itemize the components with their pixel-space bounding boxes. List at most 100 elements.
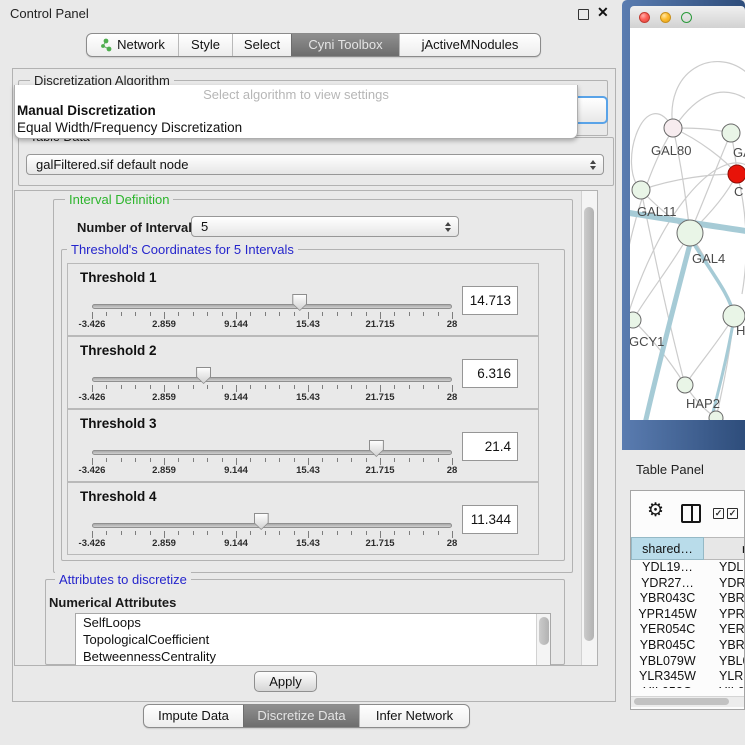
cell-name: YBL0 — [704, 654, 745, 670]
tick — [279, 312, 280, 316]
tick — [121, 385, 122, 389]
table-row[interactable]: YPR145WYPR1 — [631, 607, 745, 623]
tick — [222, 531, 223, 535]
attribute-item[interactable]: SelfLoops — [76, 614, 550, 631]
split-column-icon[interactable] — [681, 504, 701, 523]
settings-scrollbar-thumb[interactable] — [584, 207, 594, 641]
apply-button[interactable]: Apply — [254, 671, 317, 692]
bottom-tab-infer-network[interactable]: Infer Network — [359, 705, 469, 727]
network-node[interactable] — [677, 377, 693, 393]
cell-name: YIL0 — [704, 685, 745, 688]
float-window-icon[interactable] — [578, 9, 589, 20]
tick — [308, 531, 309, 538]
network-node[interactable] — [722, 124, 740, 142]
close-traffic-light-icon[interactable] — [639, 12, 650, 23]
numerical-attributes-list[interactable]: SelfLoopsTopologicalCoefficientBetweenne… — [75, 613, 551, 666]
tick — [423, 385, 424, 389]
network-node[interactable] — [728, 165, 745, 183]
attributes-scrollbar-thumb[interactable] — [539, 617, 549, 645]
threshold-value-field[interactable]: 14.713 — [462, 286, 518, 315]
table-hscrollbar-thumb[interactable] — [634, 698, 729, 705]
threshold-slider-track[interactable] — [92, 304, 452, 309]
column-header-name[interactable]: na — [704, 537, 745, 560]
tab-label: jActiveMNodules — [422, 34, 519, 56]
table-data-combobox[interactable]: galFiltered.sif default node — [26, 154, 604, 175]
threshold-value-field[interactable]: 11.344 — [462, 505, 518, 534]
algorithm-option-manual[interactable]: Manual Discretization — [17, 103, 156, 118]
threshold-slider-track[interactable] — [92, 450, 452, 455]
table-row[interactable]: YDR27…YDR2 — [631, 576, 745, 592]
table-row[interactable]: YBL079WYBL0 — [631, 654, 745, 670]
tick — [438, 531, 439, 535]
tick — [164, 312, 165, 319]
tick — [265, 531, 266, 535]
tick — [423, 458, 424, 462]
cell-name: YPR1 — [704, 607, 745, 623]
tab-cyni-toolbox[interactable]: Cyni Toolbox — [291, 34, 399, 56]
network-canvas[interactable]: GAL80GAGAL11CGAL4GCY1HHAP2 — [630, 28, 745, 420]
cell-name: YBR0 — [704, 591, 745, 607]
table-row[interactable]: YBR045CYBR0 — [631, 638, 745, 654]
slider-tick-labels: -3.4262.8599.14415.4321.71528 — [92, 392, 452, 404]
tick — [322, 458, 323, 462]
tab-select[interactable]: Select — [232, 34, 291, 56]
network-node[interactable] — [632, 181, 650, 199]
threshold-value-field[interactable]: 6.316 — [462, 359, 518, 388]
tick — [150, 531, 151, 535]
minimize-traffic-light-icon[interactable] — [660, 12, 671, 23]
cell-shared-name: YIL052C — [631, 685, 704, 688]
bottom-tab-discretize-data[interactable]: Discretize Data — [243, 705, 359, 727]
algorithm-popup: Select algorithm to view settings Manual… — [14, 85, 578, 139]
settings-scrollbar[interactable] — [581, 191, 597, 665]
tick — [236, 385, 237, 392]
column-header-shared-name[interactable]: shared… — [631, 537, 704, 560]
tick — [337, 531, 338, 535]
table-row[interactable]: YIL052CYIL0 — [631, 685, 745, 688]
threshold-slider-track[interactable] — [92, 377, 452, 382]
network-node[interactable] — [677, 220, 703, 246]
attribute-item[interactable]: TopologicalCoefficient — [76, 631, 550, 648]
bottom-tab-impute-data[interactable]: Impute Data — [144, 705, 243, 727]
table-row[interactable]: YBR043CYBR0 — [631, 591, 745, 607]
tick-label: 15.43 — [296, 319, 320, 330]
close-icon[interactable]: ✕ — [597, 4, 609, 21]
tick — [250, 531, 251, 535]
tab-style[interactable]: Style — [178, 34, 232, 56]
tab-network[interactable]: Network — [87, 34, 178, 56]
attributes-list-scrollbar[interactable] — [536, 614, 550, 666]
network-node[interactable] — [664, 119, 682, 137]
tick — [279, 531, 280, 535]
tick-label: 9.144 — [224, 319, 248, 330]
tab-jactivemnodules[interactable]: jActiveMNodules — [399, 34, 540, 56]
network-node[interactable] — [709, 411, 723, 420]
numerical-attributes-label: Numerical Attributes — [49, 595, 176, 610]
tick — [193, 531, 194, 535]
tick — [279, 385, 280, 389]
zoom-traffic-light-icon[interactable] — [681, 12, 692, 23]
tick-label: 21.715 — [365, 465, 394, 476]
tick — [294, 385, 295, 389]
threshold-value-field[interactable]: 21.4 — [462, 432, 518, 461]
threshold-slider-track[interactable] — [92, 523, 452, 528]
table-row[interactable]: YLR345WYLR3 — [631, 669, 745, 685]
tick — [409, 385, 410, 389]
bottom-tab-bar: Impute DataDiscretize DataInfer Network — [143, 704, 470, 728]
table-horizontal-scrollbar[interactable] — [631, 696, 744, 707]
tick-label: 9.144 — [224, 538, 248, 549]
table-row[interactable]: YER054CYER0 — [631, 622, 745, 638]
tick — [294, 312, 295, 316]
tick — [265, 458, 266, 462]
table-row[interactable]: YDL19…YDL1 — [631, 560, 745, 576]
network-node[interactable] — [630, 312, 641, 328]
tick — [308, 385, 309, 392]
checkbox-icon[interactable]: ✓ — [713, 508, 724, 519]
node-label: GAL11 — [637, 204, 677, 219]
attribute-item[interactable]: BetweennessCentrality — [76, 648, 550, 665]
cell-name: YDL1 — [704, 560, 745, 576]
gear-icon[interactable]: ⚙ — [647, 499, 664, 522]
tick — [438, 458, 439, 462]
tick — [423, 312, 424, 316]
checkbox-icon[interactable]: ✓ — [727, 508, 738, 519]
number-of-intervals-combobox[interactable]: 5 — [191, 216, 459, 237]
algorithm-option-equal-width[interactable]: Equal Width/Frequency Discretization — [17, 120, 242, 135]
